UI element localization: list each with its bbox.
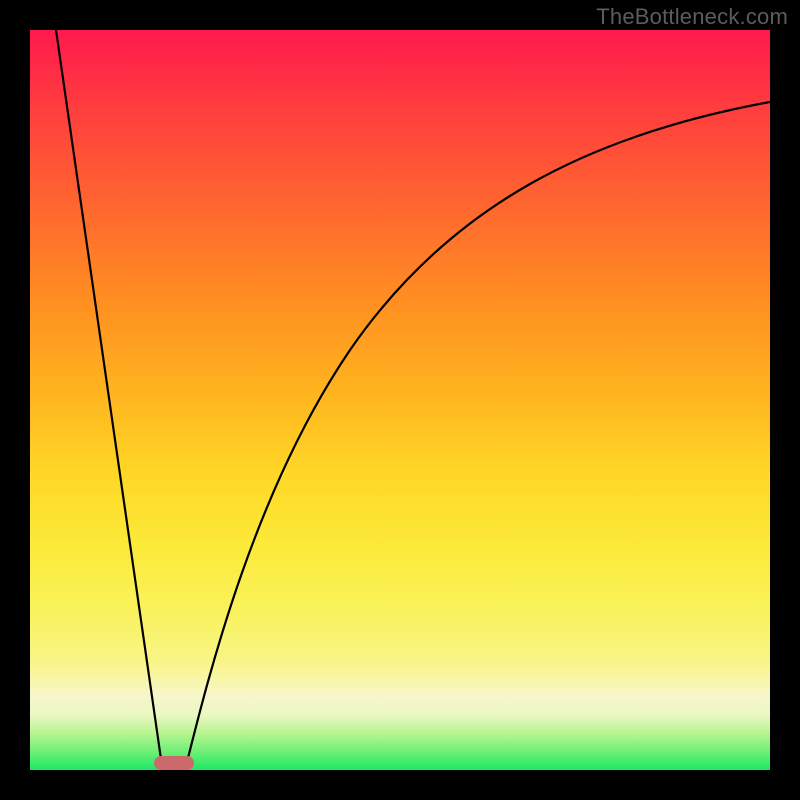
left-slope-line [56, 30, 162, 766]
chart-frame: TheBottleneck.com [0, 0, 800, 800]
optimal-marker [154, 756, 194, 770]
watermark-text: TheBottleneck.com [596, 4, 788, 30]
curve-layer [30, 30, 770, 770]
plot-area [30, 30, 770, 770]
right-curve-line [186, 102, 770, 766]
